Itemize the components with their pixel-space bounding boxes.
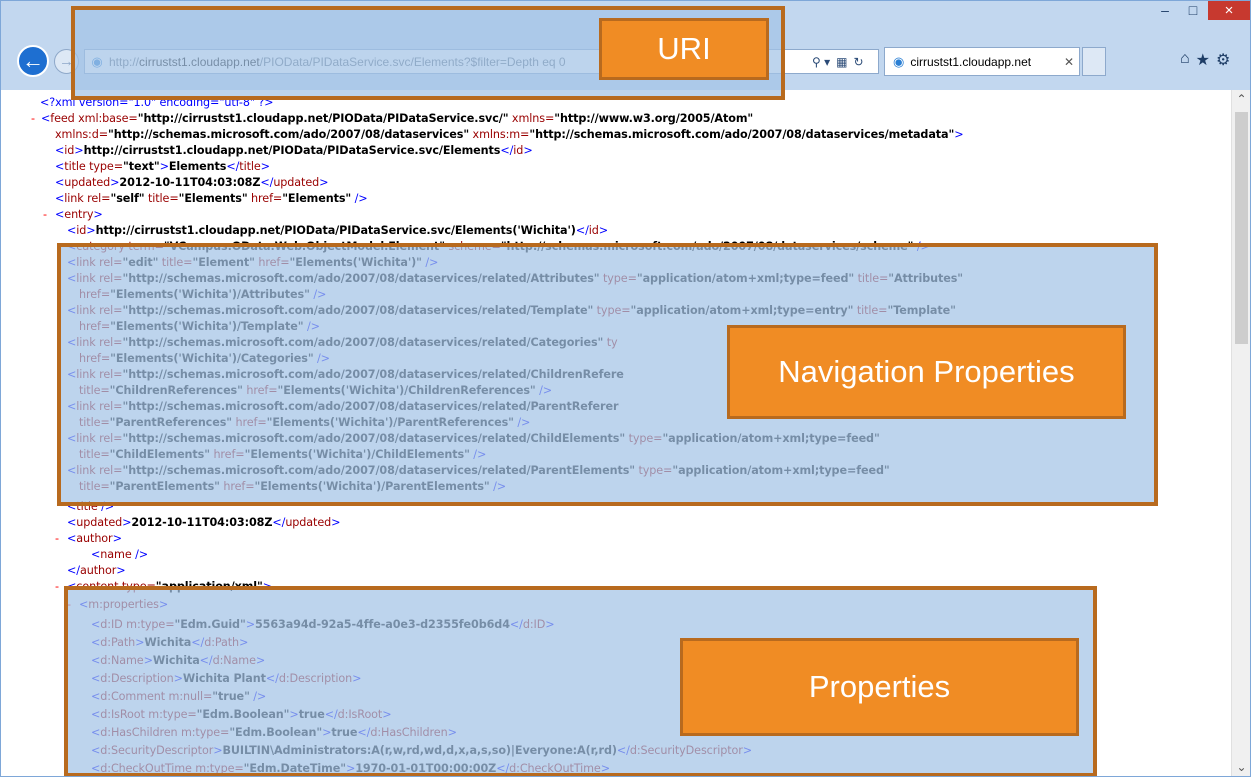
page-icon: ◉ [91, 53, 103, 69]
feed-updated: <updated>2012-10-11T04:03:08Z</updated> [55, 176, 329, 189]
prop-description: <d:Description>Wichita Plant</d:Descript… [91, 672, 362, 685]
forward-button[interactable]: → [54, 49, 79, 74]
home-icon[interactable]: ⌂ [1180, 50, 1190, 70]
navigation-callout: Navigation Properties [727, 325, 1126, 419]
nav-link-parentelements: <link rel="http://schemas.microsoft.com/… [67, 464, 890, 477]
entry-open: - <entry> [43, 207, 103, 223]
feed-id: <id>http://cirrustst1.cloudapp.net/PIODa… [55, 144, 533, 157]
favorites-star-icon[interactable]: ★ [1196, 50, 1210, 70]
feed-link: <link rel="self" title="Elements" href="… [55, 192, 368, 205]
feed-open: - <feed xml:base="http://cirrustst1.cloud… [31, 111, 754, 127]
prop-name: <d:Name>Wichita</d:Name> [91, 654, 266, 667]
prop-haschildren: <d:HasChildren m:type="Edm.Boolean">true… [91, 726, 457, 739]
entry-edit-link: <link rel="edit" title="Element" href="E… [67, 256, 439, 269]
search-icon[interactable]: ⚲ ▾ [812, 55, 830, 69]
minimize-button[interactable]: – [1152, 0, 1178, 20]
collapse-toggle[interactable]: - [67, 597, 71, 613]
nav-link-attributes-href: href="Elements('Wichita')/Attributes" /> [79, 288, 327, 301]
prop-isroot: <d:IsRoot m:type="Edm.Boolean">true</d:I… [91, 708, 392, 721]
xml-declaration: <?xml version="1.0" encoding="utf-8" ?> [40, 96, 274, 109]
prop-comment: <d:Comment m:null="true" /> [91, 690, 267, 703]
toolbar-icons: ⌂ ★ ⚙ [1180, 50, 1230, 70]
tab-title: cirrustst1.cloudapp.net [910, 54, 1032, 69]
address-url: http://cirrustst1.cloudapp.net/PIOData/P… [109, 54, 566, 69]
collapse-toggle[interactable]: - [55, 579, 59, 595]
feed-title: <title type="text">Elements</title> [55, 160, 270, 173]
nav-link-childelements: <link rel="http://schemas.microsoft.com/… [67, 432, 880, 445]
compatibility-icon[interactable]: ▦ [836, 55, 847, 69]
nav-link-categories: <link rel="http://schemas.microsoft.com/… [67, 336, 618, 349]
nav-link-childrenrefs: <link rel="http://schemas.microsoft.com/… [67, 368, 624, 381]
nav-link-template-href: href="Elements('Wichita')/Template" /> [79, 320, 320, 333]
back-arrow-icon: ← [22, 48, 44, 73]
entry-updated: <updated>2012-10-11T04:03:08Z</updated> [67, 516, 341, 529]
uri-callout: URI [599, 18, 769, 80]
tab-close-icon[interactable]: ✕ [1059, 55, 1079, 69]
entry-id: <id>http://cirrustst1.cloudapp.net/PIODa… [67, 224, 609, 237]
content-open: - <content type="application/xml"> [55, 579, 273, 595]
properties-open: - <m:properties> [67, 597, 169, 613]
nav-link-parentrefs-href: title="ParentReferences" href="Elements(… [79, 416, 531, 429]
prop-checkout: <d:CheckOutTime m:type="Edm.DateTime">19… [91, 762, 610, 775]
refresh-icon[interactable]: ↻ [854, 55, 864, 69]
prop-security: <d:SecurityDescriptor>BUILTIN\Administra… [91, 744, 753, 757]
close-button[interactable]: × [1208, 0, 1250, 20]
properties-callout: Properties [680, 638, 1079, 736]
settings-gear-icon[interactable]: ⚙ [1216, 50, 1230, 70]
nav-link-attributes: <link rel="http://schemas.microsoft.com/… [67, 272, 964, 285]
entry-category: <category term="VCampus.OData.Web.Object… [67, 240, 930, 253]
forward-arrow-icon: → [59, 53, 74, 70]
nav-link-parentelements-href: title="ParentElements" href="Elements('W… [79, 480, 507, 493]
vertical-scrollbar[interactable]: ⌃ ⌄ [1231, 90, 1251, 776]
collapse-toggle[interactable]: - [55, 531, 59, 547]
address-tools: ⚲ ▾ ▦ ↻ [812, 49, 864, 74]
back-button[interactable]: ← [17, 45, 49, 77]
prop-id: <d:ID m:type="Edm.Guid">5563a94d-92a5-4f… [91, 618, 555, 631]
collapse-toggle[interactable]: - [43, 207, 47, 223]
author-close: </author> [67, 564, 126, 577]
browser-tab[interactable]: ◉ cirrustst1.cloudapp.net ✕ [884, 47, 1080, 76]
nav-link-childrenrefs-href: title="ChildrenReferences" href="Element… [79, 384, 553, 397]
scroll-down-icon[interactable]: ⌄ [1232, 760, 1251, 774]
scroll-up-icon[interactable]: ⌃ [1232, 92, 1251, 106]
collapse-toggle[interactable]: - [31, 111, 35, 127]
prop-path: <d:Path>Wichita</d:Path> [91, 636, 249, 649]
feed-namespaces: xmlns:d="http://schemas.microsoft.com/ad… [55, 128, 964, 141]
author-name: <name /> [91, 548, 149, 561]
scroll-thumb[interactable] [1235, 112, 1248, 344]
nav-link-categories-href: href="Elements('Wichita')/Categories" /> [79, 352, 330, 365]
author-open: - <author> [55, 531, 122, 547]
maximize-button[interactable]: □ [1180, 0, 1206, 20]
tab-page-icon: ◉ [893, 53, 905, 69]
entry-title: <title /> [67, 500, 115, 513]
nav-link-template: <link rel="http://schemas.microsoft.com/… [67, 304, 956, 317]
nav-link-childelements-href: title="ChildElements" href="Elements('Wi… [79, 448, 487, 461]
nav-link-parentrefs: <link rel="http://schemas.microsoft.com/… [67, 400, 619, 413]
new-tab-button[interactable] [1082, 47, 1106, 76]
